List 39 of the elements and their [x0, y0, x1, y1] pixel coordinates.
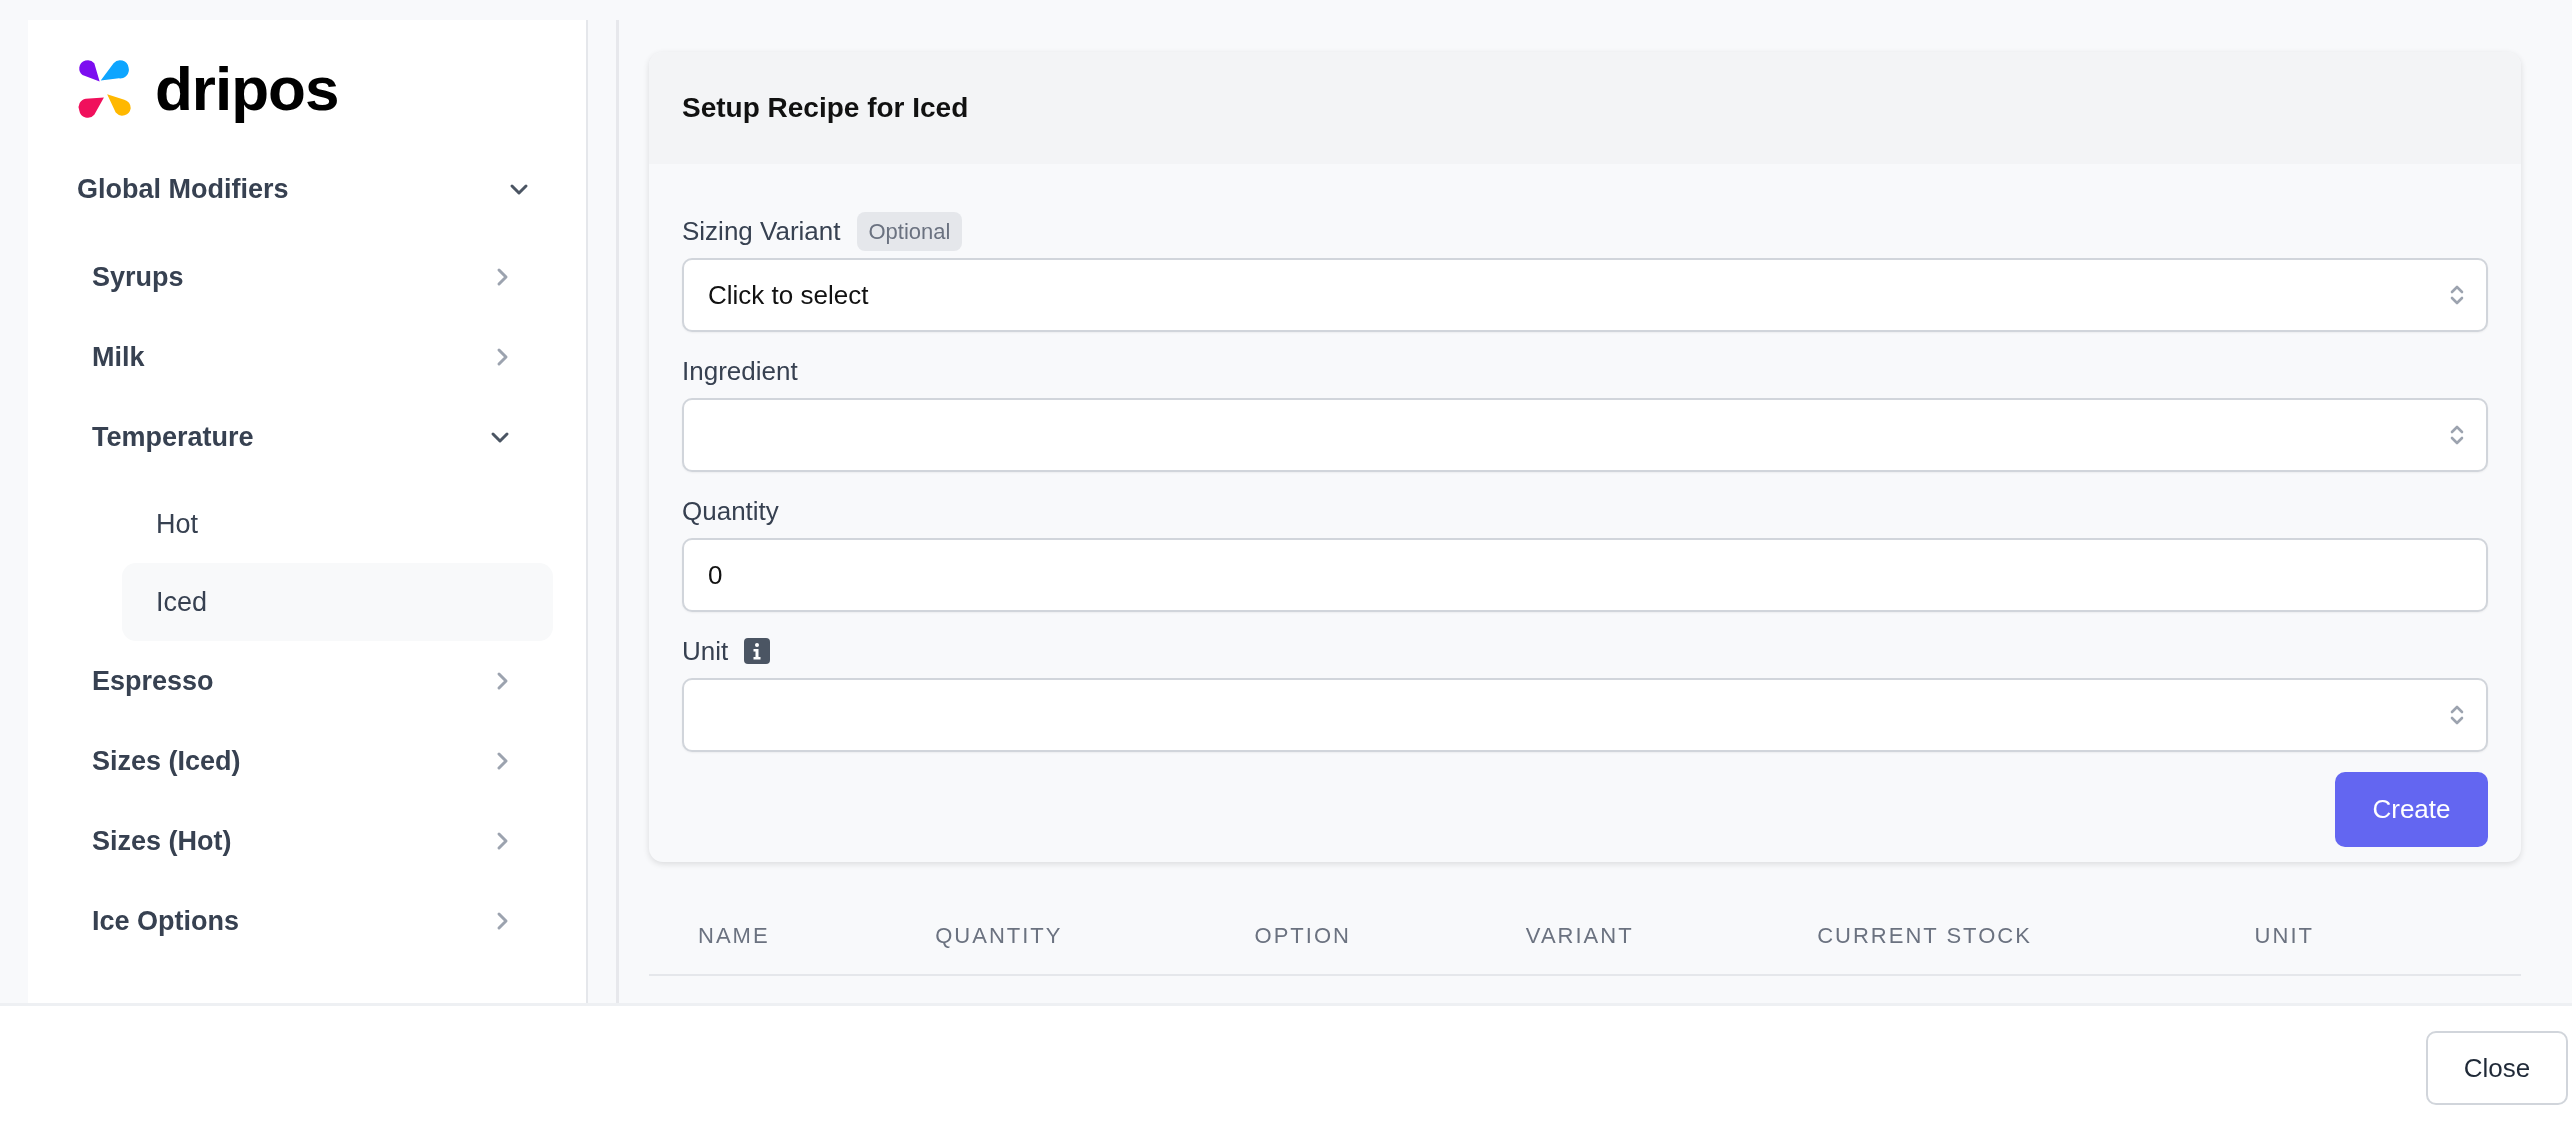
up-down-icon	[2450, 285, 2464, 305]
input-field[interactable]: 0	[682, 538, 2488, 612]
sidebar-item[interactable]: Ice Options	[28, 881, 586, 961]
column-header: VARIANT	[1476, 897, 1769, 975]
chevron-down-icon	[490, 430, 510, 444]
field-label: Ingredient	[682, 354, 798, 388]
sidebar-item[interactable]: Global Modifiers	[28, 149, 586, 229]
sidebar-item[interactable]: Sizes (Iced)	[28, 721, 586, 801]
sidebar-item[interactable]: Iced	[122, 563, 553, 641]
field-label: Sizing Variant	[682, 214, 841, 248]
chevron-right-icon	[495, 911, 510, 931]
select-field[interactable]	[682, 398, 2488, 472]
up-down-icon	[2450, 425, 2464, 445]
sidebar-item[interactable]: Milk	[28, 317, 586, 397]
select-field[interactable]	[682, 678, 2488, 752]
sidebar-item[interactable]: Sizes (Hot)	[28, 801, 586, 881]
column-header: QUANTITY	[886, 897, 1206, 975]
sidebar-item[interactable]: Syrups	[28, 237, 586, 317]
select-field[interactable]: Click to select	[682, 258, 2488, 332]
chevron-right-icon	[495, 831, 510, 851]
card-title: Setup Recipe for Iced	[682, 91, 969, 125]
field-label: Quantity	[682, 494, 779, 528]
sidebar-item[interactable]: Espresso	[28, 641, 586, 721]
chevron-right-icon	[495, 267, 510, 287]
create-button[interactable]: Create	[2335, 772, 2488, 847]
optional-tag: Optional	[856, 211, 963, 251]
up-down-icon	[2450, 705, 2464, 725]
sidebar-item[interactable]: Hot	[122, 485, 553, 563]
column-header: NAME	[649, 897, 887, 975]
sidebar-item[interactable]: Temperature	[28, 397, 586, 477]
chevron-down-icon	[509, 182, 529, 196]
close-button[interactable]: Close	[2426, 1031, 2568, 1105]
column-header: CURRENT STOCK	[1768, 897, 2206, 975]
column-header: UNIT	[2205, 897, 2521, 975]
column-header: OPTION	[1205, 897, 1477, 975]
chevron-right-icon	[495, 347, 510, 367]
chevron-right-icon	[495, 671, 510, 691]
chevron-right-icon	[495, 751, 510, 771]
field-label: Unit	[682, 634, 729, 668]
